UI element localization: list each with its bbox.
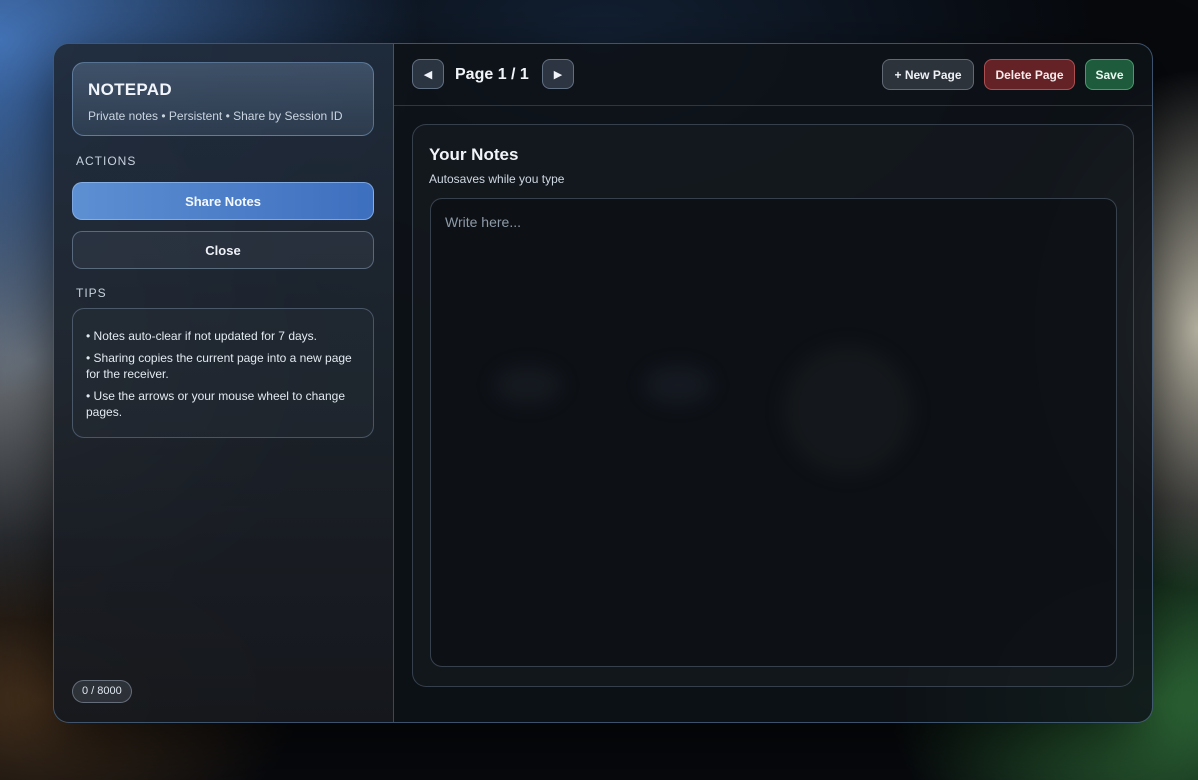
next-page-button[interactable]: ▶ [542, 59, 574, 89]
brand-card: NOTEPAD Private notes • Persistent • Sha… [72, 62, 374, 136]
actions-label: ACTIONS [76, 154, 137, 168]
share-notes-button[interactable]: Share Notes [72, 182, 374, 220]
triangle-left-icon: ◀ [423, 68, 433, 81]
page-indicator: Page 1 / 1 [455, 66, 529, 83]
sidebar: NOTEPAD Private notes • Persistent • Sha… [54, 44, 394, 722]
delete-page-button[interactable]: Delete Page [984, 59, 1075, 90]
tips-label: TIPS [76, 286, 107, 300]
new-page-button[interactable]: + New Page [882, 59, 974, 90]
notes-subtitle: Autosaves while you type [429, 172, 565, 186]
tip-item: • Sharing copies the current page into a… [86, 351, 352, 381]
toolbar: ◀ Page 1 / 1 ▶ + New Page Delete Page Sa… [394, 44, 1152, 106]
character-counter: 0 / 8000 [72, 680, 132, 703]
app-title: NOTEPAD [88, 80, 172, 99]
close-button[interactable]: Close [72, 231, 374, 269]
save-button[interactable]: Save [1085, 59, 1134, 90]
notepad-window: NOTEPAD Private notes • Persistent • Sha… [53, 43, 1153, 723]
notes-card: Your Notes Autosaves while you type [412, 124, 1134, 687]
tip-item: • Notes auto-clear if not updated for 7 … [86, 329, 317, 343]
notes-title: Your Notes [429, 145, 519, 164]
triangle-right-icon: ▶ [553, 68, 563, 81]
notes-textarea[interactable] [430, 198, 1117, 667]
previous-page-button[interactable]: ◀ [412, 59, 444, 89]
tip-item: • Use the arrows or your mouse wheel to … [86, 389, 345, 419]
tips-box: • Notes auto-clear if not updated for 7 … [72, 308, 374, 438]
app-subtitle: Private notes • Persistent • Share by Se… [88, 109, 343, 123]
